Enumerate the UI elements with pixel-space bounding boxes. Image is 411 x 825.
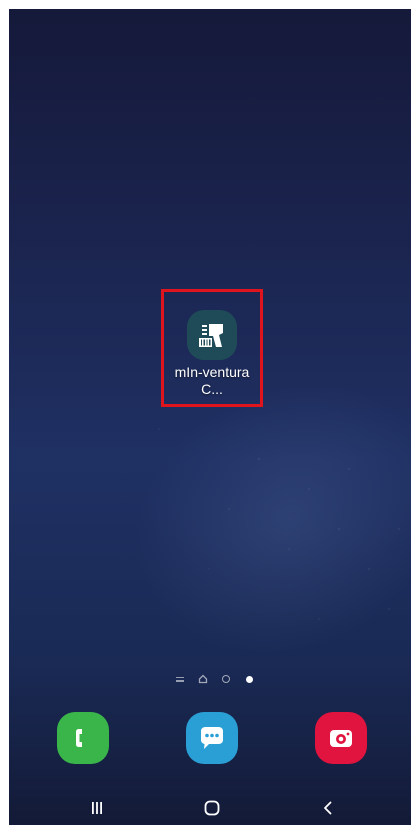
app-label: mIn-ventura C... <box>174 364 250 397</box>
home-icon <box>204 800 220 816</box>
barcode-scanner-icon <box>187 310 237 360</box>
page-indicator-home-icon[interactable] <box>198 674 208 684</box>
page-indicator-current-dot[interactable] <box>244 674 254 684</box>
dock <box>9 712 411 768</box>
camera-app[interactable] <box>315 712 367 764</box>
page-indicator-dot[interactable] <box>221 674 231 684</box>
home-button[interactable] <box>197 797 227 819</box>
phone-app[interactable] <box>57 712 109 764</box>
back-button[interactable] <box>313 797 343 819</box>
page-indicator[interactable] <box>175 674 254 684</box>
page-indicator-lines[interactable] <box>175 674 185 684</box>
navigation-bar <box>9 791 411 825</box>
phone-icon <box>76 729 82 747</box>
messages-app[interactable] <box>186 712 238 764</box>
camera-icon <box>330 730 352 747</box>
recents-button[interactable] <box>82 797 112 819</box>
back-icon <box>324 801 332 815</box>
recents-icon <box>92 802 102 814</box>
messages-icon <box>201 727 223 749</box>
wallpaper-stars <box>9 9 411 825</box>
home-screen: mIn-ventura C... <box>9 9 411 825</box>
app-minventura-shortcut[interactable]: mIn-ventura C... <box>161 289 263 407</box>
